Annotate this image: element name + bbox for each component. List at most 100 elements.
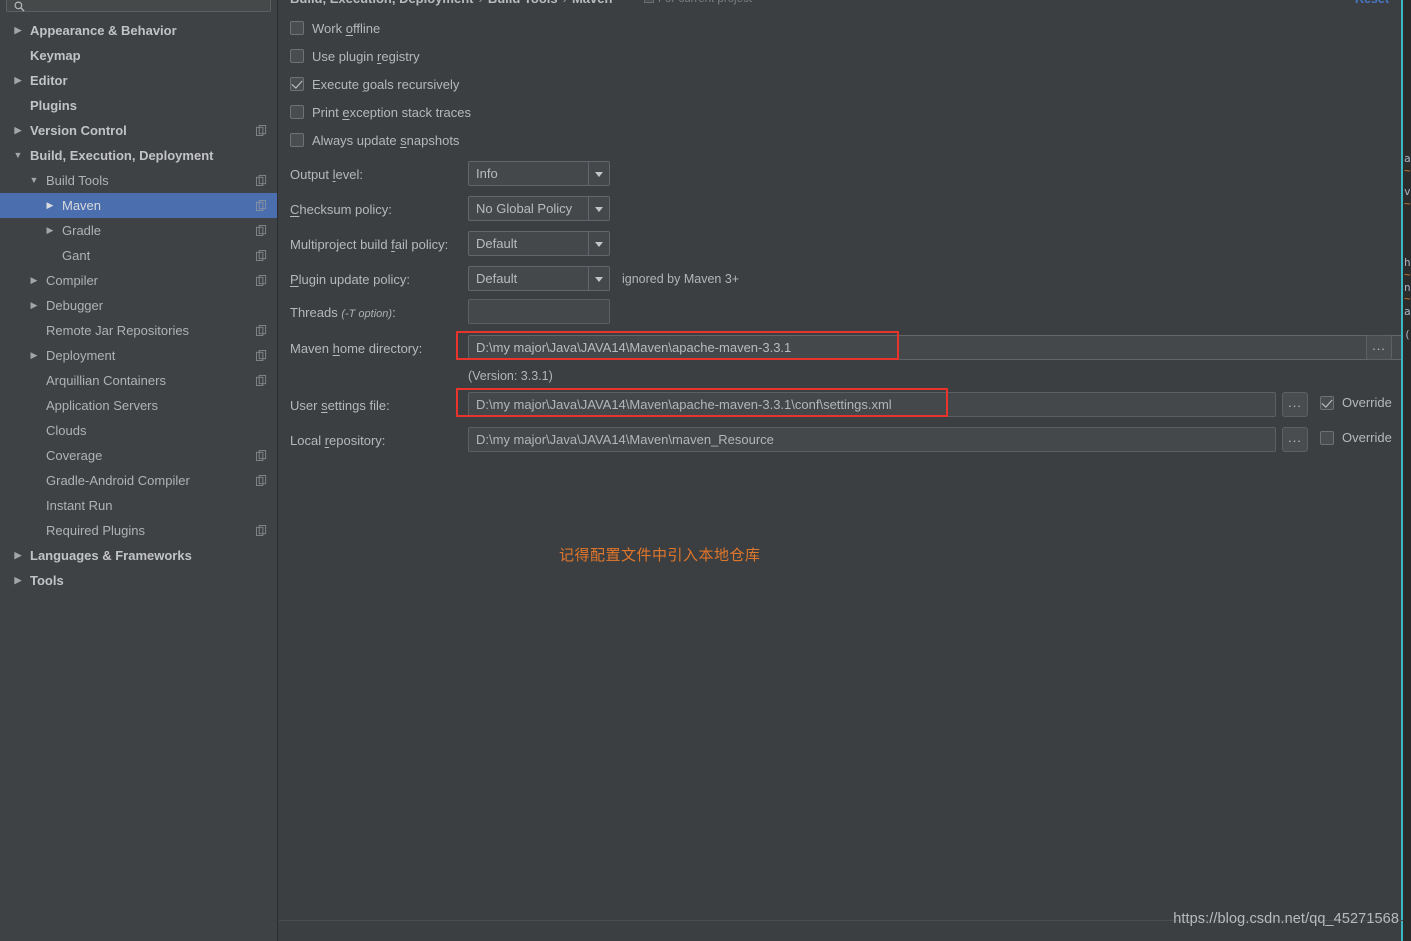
- user-settings-file-input[interactable]: D:\my major\Java\JAVA14\Maven\apache-mav…: [468, 392, 1276, 417]
- combo-value: Default: [476, 236, 518, 251]
- local-repository-input[interactable]: D:\my major\Java\JAVA14\Maven\maven_Reso…: [468, 427, 1276, 452]
- editor-text-fragment: (: [1404, 328, 1411, 341]
- sidebar-item-label: Gradle: [62, 223, 102, 238]
- sidebar-item-label: Arquillian Containers: [46, 373, 166, 388]
- sidebar-item-languages-frameworks[interactable]: ▶ Languages & Frameworks: [0, 543, 277, 568]
- settings-tree: ▶ Appearance & Behavior Keymap ▶ Editor Plugi…: [0, 18, 277, 593]
- combo-checksum-policy[interactable]: No Global Policy: [468, 196, 610, 221]
- sidebar-item-remote-jar-repositories[interactable]: Remote Jar Repositories: [0, 318, 277, 343]
- sidebar-item-label: Build, Execution, Deployment: [30, 148, 214, 163]
- sidebar-item-gradle-android-compiler[interactable]: Gradle-Android Compiler: [0, 468, 277, 493]
- sidebar-item-label: Gradle-Android Compiler: [46, 473, 190, 488]
- sidebar-item-application-servers[interactable]: Application Servers: [0, 393, 277, 418]
- combo-plugin-update-policy[interactable]: Default: [468, 266, 610, 291]
- sidebar-item-build-tools[interactable]: ▼ Build Tools: [0, 168, 277, 193]
- sidebar-item-appearance-behavior[interactable]: ▶ Appearance & Behavior: [0, 18, 277, 43]
- copy-settings-icon[interactable]: [256, 325, 267, 336]
- breadcrumb-segment[interactable]: Build, Execution, Deployment: [290, 0, 473, 6]
- editor-text-fragment: ~: [1404, 164, 1411, 177]
- local-repository-value: D:\my major\Java\JAVA14\Maven\maven_Reso…: [476, 432, 774, 447]
- checkbox-label: Always update snapshots: [312, 133, 460, 148]
- threads-label: Threads (-T option):: [290, 305, 396, 320]
- for-current-project-checkbox[interactable]: For current project: [644, 0, 752, 5]
- search-icon: [14, 1, 25, 12]
- chevron-right-icon[interactable]: ▶: [12, 543, 24, 568]
- sidebar-item-keymap[interactable]: Keymap: [0, 43, 277, 68]
- checkbox-box: [290, 105, 304, 119]
- user-settings-file-value: D:\my major\Java\JAVA14\Maven\apache-mav…: [476, 397, 892, 412]
- reset-link[interactable]: Reset: [1355, 0, 1389, 6]
- chevron-right-icon[interactable]: ▶: [28, 343, 40, 368]
- copy-settings-icon[interactable]: [256, 275, 267, 286]
- checkbox-box: [290, 21, 304, 35]
- sidebar-item-required-plugins[interactable]: Required Plugins: [0, 518, 277, 543]
- search-input[interactable]: [6, 0, 271, 12]
- sidebar-item-arquillian-containers[interactable]: Arquillian Containers: [0, 368, 277, 393]
- sidebar-item-gradle[interactable]: ▶ Gradle: [0, 218, 277, 243]
- copy-settings-icon[interactable]: [256, 475, 267, 486]
- copy-settings-icon[interactable]: [256, 125, 267, 136]
- chevron-right-icon[interactable]: ▶: [12, 568, 24, 593]
- sidebar-item-label: Instant Run: [46, 498, 113, 513]
- chevron-down-icon[interactable]: ▼: [28, 168, 40, 193]
- maven-home-directory-combo[interactable]: D:\my major\Java\JAVA14\Maven\apache-mav…: [468, 335, 1403, 360]
- maven-home-directory-browse-button[interactable]: ...: [1366, 335, 1392, 360]
- combo-output-level[interactable]: Info: [468, 161, 610, 186]
- user-settings-file-label: User settings file:: [290, 398, 390, 413]
- chevron-right-icon[interactable]: ▶: [44, 218, 56, 243]
- sidebar-item-deployment[interactable]: ▶ Deployment: [0, 343, 277, 368]
- copy-settings-icon[interactable]: [256, 350, 267, 361]
- chevron-right-icon[interactable]: ▶: [44, 193, 56, 218]
- user-settings-file-browse-button[interactable]: ...: [1282, 392, 1308, 417]
- label-output-level: Output level:: [290, 167, 363, 182]
- sidebar-item-plugins[interactable]: Plugins: [0, 93, 277, 118]
- chevron-down-icon[interactable]: [588, 267, 609, 290]
- sidebar-item-instant-run[interactable]: Instant Run: [0, 493, 277, 518]
- breadcrumb-segment[interactable]: Maven: [572, 0, 612, 6]
- checkbox-box: [290, 133, 304, 147]
- chevron-down-icon[interactable]: [588, 162, 609, 185]
- sidebar-item-label: Editor: [30, 73, 68, 88]
- chevron-right-icon[interactable]: ▶: [28, 268, 40, 293]
- chevron-down-icon[interactable]: [588, 197, 609, 220]
- sidebar-item-label: Appearance & Behavior: [30, 23, 177, 38]
- chevron-right-icon[interactable]: ▶: [12, 18, 24, 43]
- sidebar-item-compiler[interactable]: ▶ Compiler: [0, 268, 277, 293]
- local-repository-override-label: Override: [1342, 430, 1392, 445]
- copy-settings-icon[interactable]: [256, 250, 267, 261]
- copy-settings-icon[interactable]: [256, 525, 267, 536]
- chevron-down-icon[interactable]: ▼: [12, 143, 24, 168]
- copy-settings-icon[interactable]: [256, 375, 267, 386]
- sidebar-item-label: Debugger: [46, 298, 104, 313]
- chevron-right-icon[interactable]: ▶: [28, 293, 40, 318]
- editor-text-fragment: ~: [1404, 292, 1411, 305]
- combo-value: Info: [476, 166, 498, 181]
- threads-input[interactable]: [468, 299, 610, 324]
- sidebar-item-label: Tools: [30, 573, 64, 588]
- breadcrumb-segment[interactable]: Build Tools: [488, 0, 558, 6]
- sidebar-item-label: Coverage: [46, 448, 103, 463]
- local-repository-browse-button[interactable]: ...: [1282, 427, 1308, 452]
- sidebar-item-editor[interactable]: ▶ Editor: [0, 68, 277, 93]
- copy-settings-icon[interactable]: [256, 175, 267, 186]
- sidebar-item-gant[interactable]: Gant: [0, 243, 277, 268]
- chevron-right-icon[interactable]: ▶: [12, 68, 24, 93]
- breadcrumb-separator: ›: [473, 0, 487, 6]
- copy-settings-icon[interactable]: [256, 225, 267, 236]
- sidebar-item-maven[interactable]: ▶ Maven: [0, 193, 277, 218]
- checkbox-box: [290, 77, 304, 91]
- chevron-down-icon[interactable]: [588, 232, 609, 255]
- copy-settings-icon[interactable]: [256, 450, 267, 461]
- sidebar-item-build-execution-deployment[interactable]: ▼ Build, Execution, Deployment: [0, 143, 277, 168]
- combo-multiproject-build-fail-policy[interactable]: Default: [468, 231, 610, 256]
- sidebar-item-clouds[interactable]: Clouds: [0, 418, 277, 443]
- sidebar-item-debugger[interactable]: ▶ Debugger: [0, 293, 277, 318]
- sidebar-item-label: Remote Jar Repositories: [46, 323, 190, 338]
- sidebar-item-coverage[interactable]: Coverage: [0, 443, 277, 468]
- sidebar-item-label: Clouds: [46, 423, 87, 438]
- sidebar-item-version-control[interactable]: ▶ Version Control: [0, 118, 277, 143]
- copy-settings-icon[interactable]: [256, 200, 267, 211]
- sidebar-item-tools[interactable]: ▶ Tools: [0, 568, 277, 593]
- settings-main-panel: Build, Execution, Deployment›Build Tools…: [279, 0, 1403, 941]
- chevron-right-icon[interactable]: ▶: [12, 118, 24, 143]
